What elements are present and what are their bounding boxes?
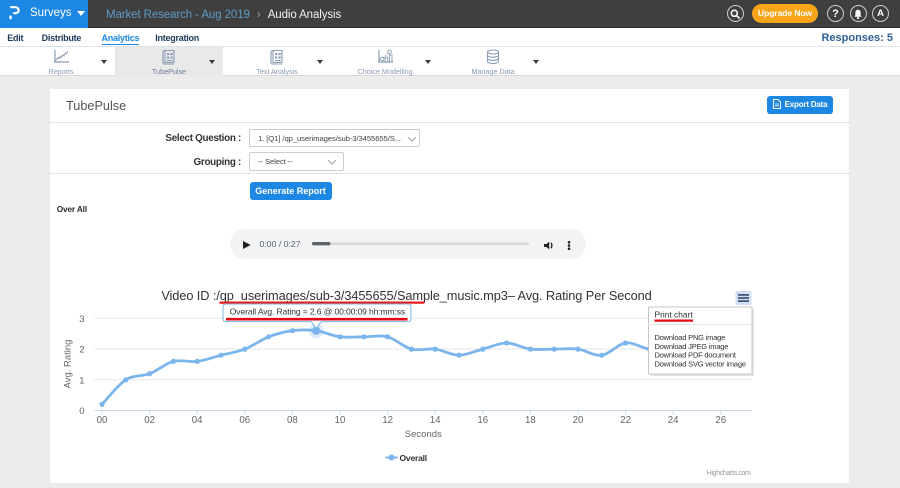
svg-text:Download PDF document: Download PDF document [655,351,737,360]
svg-text:0: 0 [79,406,84,417]
svg-text:Seconds: Seconds [405,429,442,440]
svg-text:Overall Avg. Rating = 2.6 @ 00: Overall Avg. Rating = 2.6 @ 00:00:09 hh:… [230,306,405,316]
svg-text:Avg. Rating: Avg. Rating [63,340,74,389]
svg-text:3: 3 [79,314,84,325]
svg-text:Download PNG image: Download PNG image [655,333,726,342]
svg-text:18: 18 [525,415,536,426]
svg-text:02: 02 [144,415,155,426]
svg-text:26: 26 [715,415,726,426]
svg-text:1: 1 [79,375,84,386]
svg-text:00: 00 [97,415,108,426]
svg-text:04: 04 [192,415,203,426]
svg-text:08: 08 [287,415,298,426]
svg-text:16: 16 [477,415,488,426]
svg-text:20: 20 [573,415,584,426]
svg-text:10: 10 [335,415,346,426]
svg-text:06: 06 [239,415,250,426]
svg-text:Overall: Overall [400,453,427,463]
svg-text:Download JPEG image: Download JPEG image [655,342,729,351]
svg-text:Print chart: Print chart [655,310,694,320]
svg-text:24: 24 [668,415,679,426]
svg-text:14: 14 [430,415,441,426]
svg-text:Download SVG vector image: Download SVG vector image [655,359,746,368]
svg-text:22: 22 [620,415,631,426]
svg-text:Highcharts.com: Highcharts.com [707,470,751,477]
svg-text:Video ID :/qp_userimages/sub-3: Video ID :/qp_userimages/sub-3/3455655/S… [161,288,651,303]
svg-text:2: 2 [79,345,84,356]
svg-text:12: 12 [382,415,393,426]
